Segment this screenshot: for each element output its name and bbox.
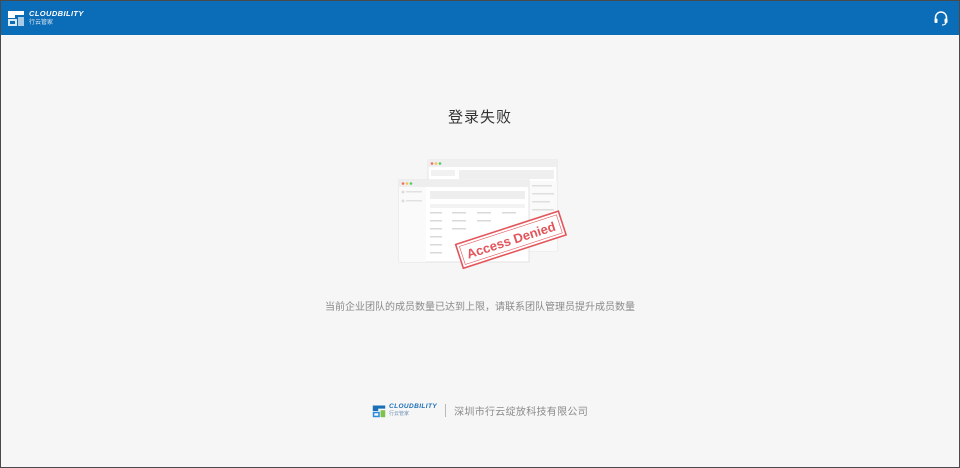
brand-name-cn: 行云管家: [29, 18, 54, 26]
company-name: 深圳市行云绽放科技有限公司: [454, 407, 588, 418]
page-title: 登录失败: [447, 108, 512, 126]
top-header-bar: CLOUDBILITY 行云管家: [1, 1, 959, 35]
footer-divider: [445, 404, 447, 417]
footer: CLOUDBILITY 行云管家 深圳市行云绽放科技有限公司: [1, 403, 959, 418]
page-frame: CLOUDBILITY 行云管家 登录失败 Access Denied 当前企业…: [0, 0, 960, 468]
brand-name-en: CLOUDBILITY: [29, 9, 84, 19]
cloudbility-logo-icon: [8, 11, 24, 26]
cloudbility-logo-icon: [372, 405, 386, 417]
header-brand-logo[interactable]: CLOUDBILITY 行云管家: [7, 7, 84, 29]
footer-brand-logo: CLOUDBILITY 行云管家: [372, 402, 438, 418]
footer-brand-name-en: CLOUDBILITY: [389, 402, 438, 410]
access-denied-illustration: Access Denied: [398, 159, 568, 269]
headset-icon[interactable]: [933, 10, 949, 26]
error-message: 当前企业团队的成员数量已达到上限，请联系团队管理员提升成员数量: [325, 302, 635, 313]
footer-brand-name-cn: 行云管家: [389, 411, 410, 418]
